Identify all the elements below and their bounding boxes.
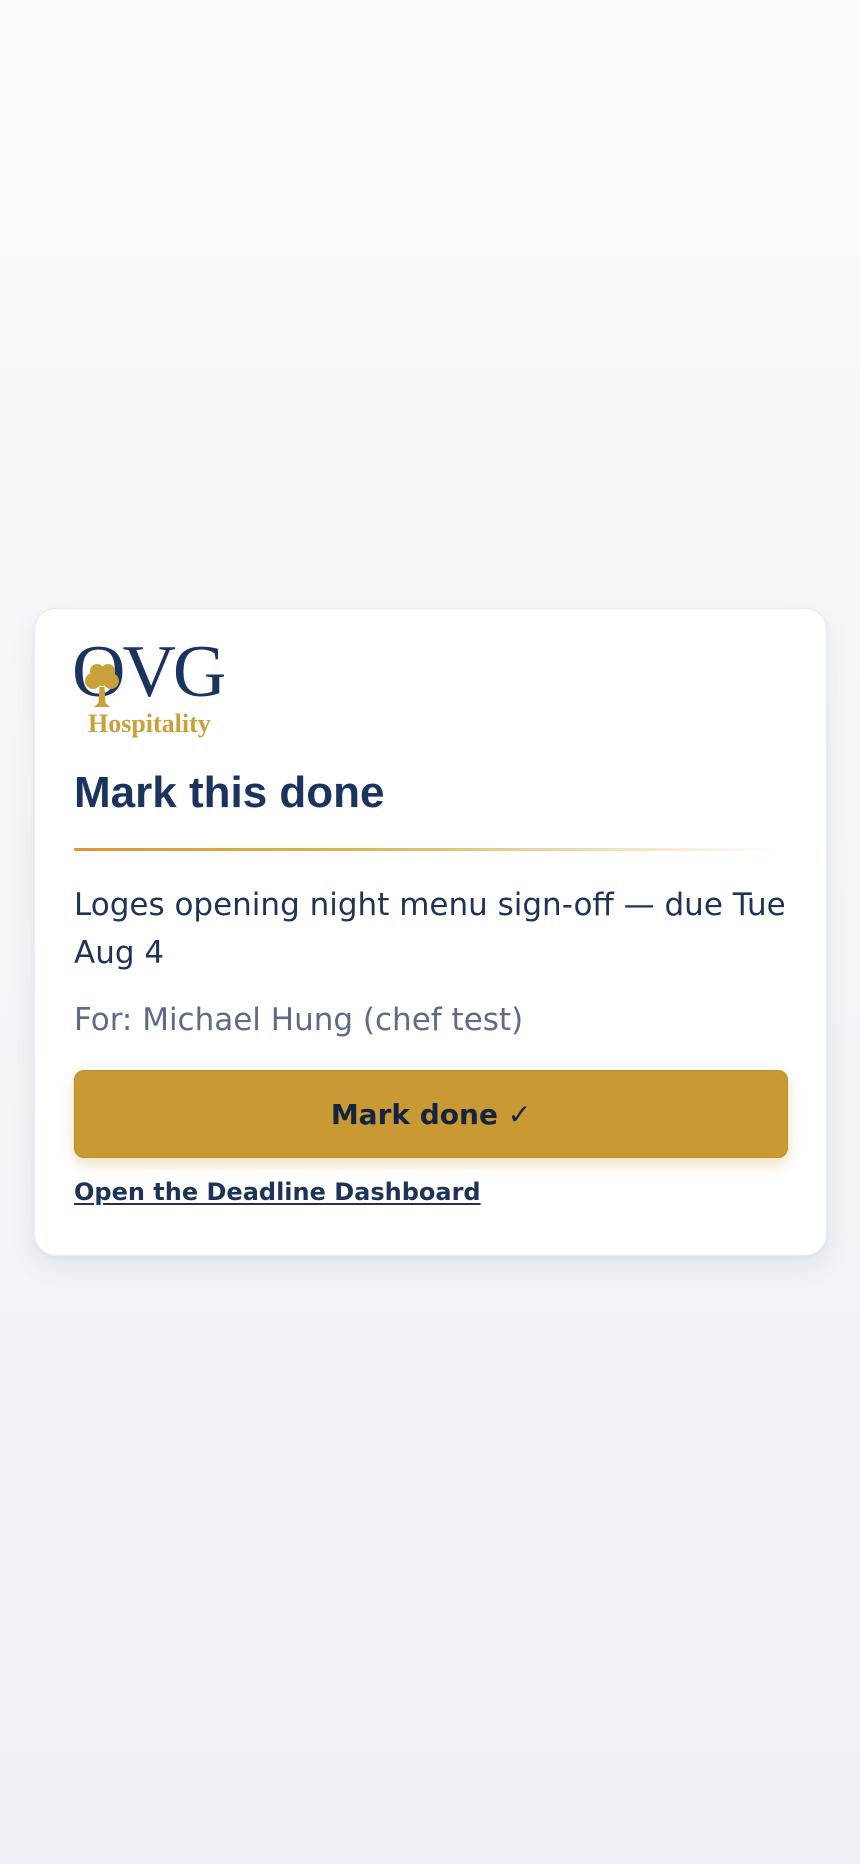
task-description: Loges opening night menu sign-off — due …	[74, 887, 786, 972]
logo-hospitality-text: Hospitality	[88, 709, 211, 738]
ovg-hospitality-logo: OVG Hospitality	[72, 635, 249, 743]
assignee-text: For: Michael Hung (chef test)	[74, 1002, 524, 1039]
page-title: Mark this done	[74, 768, 385, 817]
oak-tree-icon	[85, 664, 119, 707]
mark-done-button[interactable]: Mark done ✓	[74, 1070, 788, 1159]
mark-done-card: OVG Hospitality Mark this done Loges ope…	[34, 608, 827, 1256]
title-divider	[74, 848, 784, 852]
deadline-dashboard-link[interactable]: Open the Deadline Dashboard	[74, 1178, 481, 1206]
